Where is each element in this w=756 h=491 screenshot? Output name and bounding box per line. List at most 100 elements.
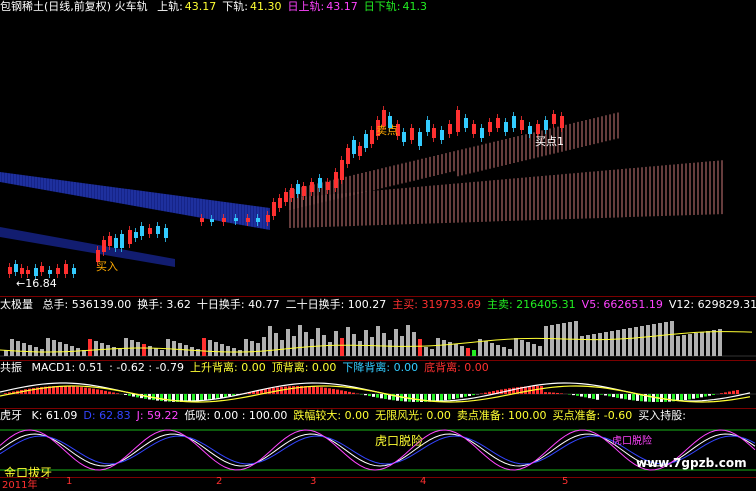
candle-body <box>134 232 138 238</box>
volume-bar <box>550 325 554 356</box>
volume-bar <box>124 338 128 356</box>
low-price-mark: ←16.84 <box>16 277 57 290</box>
macd-bar <box>452 394 455 399</box>
macd-bar <box>692 394 695 399</box>
candle-body <box>410 128 414 140</box>
kdj-header: 虎牙 K: 61.09D: 62.83J: 59.22低吸: 0.00 : 10… <box>0 409 698 423</box>
sell-signal: 卖点 <box>376 122 398 138</box>
macd-bar <box>460 394 463 398</box>
macd-bar <box>216 394 219 399</box>
volume-bar <box>358 341 362 356</box>
candle-body <box>64 264 68 274</box>
candle-body <box>488 122 492 132</box>
indicator-item: MACD1: 0.51 <box>32 361 104 374</box>
volume-bar <box>76 348 80 356</box>
indicator-item: 卖点准备: 100.00 <box>457 409 547 422</box>
volume-bar <box>676 336 680 356</box>
macd-bar <box>580 394 583 397</box>
indicator-item: 跌幅较大: 0.00 <box>293 409 369 422</box>
candle-body <box>544 120 548 130</box>
macd-bar <box>668 394 671 402</box>
candle-body <box>284 192 288 202</box>
volume-bar <box>310 339 314 356</box>
macd-bar <box>488 392 491 394</box>
volume-bar <box>694 333 698 356</box>
volume-bar <box>226 346 230 356</box>
volume-chart[interactable] <box>0 312 756 360</box>
volume-bar <box>646 325 650 356</box>
macd-bar <box>204 394 207 400</box>
buy-signal-right: 买点1 <box>535 133 564 149</box>
candle-body <box>56 268 60 274</box>
candle-body <box>234 218 238 221</box>
macd-bar <box>456 394 459 398</box>
macd-bar <box>608 394 611 396</box>
volume-bar <box>502 347 506 356</box>
candle-body <box>520 120 524 130</box>
macd-bar <box>372 394 375 397</box>
volume-bar <box>430 349 434 356</box>
volume-bar <box>304 332 308 356</box>
macd-bar <box>688 394 691 399</box>
axis-mark: 4 <box>420 476 426 487</box>
macd-bar <box>708 394 711 396</box>
macd-bar <box>80 387 83 394</box>
volume-bar <box>658 323 662 356</box>
candle-body <box>8 267 12 274</box>
macd-side-label: 共振 <box>0 361 22 374</box>
macd-bar <box>224 394 227 397</box>
volume-bar <box>442 340 446 356</box>
volume-bar <box>688 334 692 356</box>
macd-bar <box>156 394 159 401</box>
candle-body <box>456 110 460 132</box>
candle-body <box>496 118 500 128</box>
volume-bar <box>10 339 14 356</box>
volume-bar <box>388 340 392 356</box>
volume-bar <box>628 328 632 356</box>
macd-bar <box>316 387 319 394</box>
macd-bar <box>384 394 387 399</box>
candle-body <box>40 266 44 272</box>
candle-body <box>440 130 444 140</box>
volume-bar <box>262 337 266 356</box>
price-chart[interactable] <box>0 12 756 300</box>
volume-bar <box>16 341 20 356</box>
volume-values: 总手: 536139.00换手: 3.62十日换手: 40.77二十日换手: 1… <box>43 298 756 311</box>
macd-chart[interactable] <box>0 374 756 408</box>
macd-bar <box>308 386 311 394</box>
indicator-item: 上升背离: 0.00 <box>190 361 266 374</box>
volume-bar <box>142 344 146 356</box>
watermark: www.7gpzb.com <box>636 456 747 470</box>
macd-bar <box>484 393 487 394</box>
volume-bar <box>346 327 350 356</box>
macd-bar <box>632 394 635 400</box>
volume-bar <box>256 343 260 356</box>
volume-bar <box>268 326 272 356</box>
macd-bar <box>320 387 323 394</box>
volume-bar <box>136 342 140 356</box>
volume-bar <box>520 340 524 356</box>
volume-bar <box>484 341 488 356</box>
candle-body <box>114 238 118 248</box>
macd-bar <box>212 394 215 399</box>
volume-bar <box>106 345 110 356</box>
candle-body <box>140 226 144 236</box>
volume-bar <box>208 340 212 356</box>
candle-body <box>560 116 564 128</box>
indicator-item: 买入持股: <box>638 409 686 422</box>
macd-bar <box>324 388 327 394</box>
indicator-item: K: 61.09 <box>32 409 78 422</box>
macd-bar <box>544 392 547 394</box>
volume-bar <box>598 333 602 356</box>
indicator-item: 低吸: 0.00 : 100.00 <box>185 409 288 422</box>
candle-body <box>278 198 282 208</box>
macd-bar <box>696 394 699 398</box>
buy-signal-left: 买入 <box>96 258 118 274</box>
volume-bar <box>298 325 302 356</box>
indicator-item: : -0.62 : -0.79 <box>109 361 184 374</box>
volume-bar <box>22 343 26 356</box>
macd-bar <box>548 392 551 394</box>
macd-bar <box>208 394 211 400</box>
volume-bar <box>370 337 374 356</box>
macd-bar <box>112 392 115 394</box>
